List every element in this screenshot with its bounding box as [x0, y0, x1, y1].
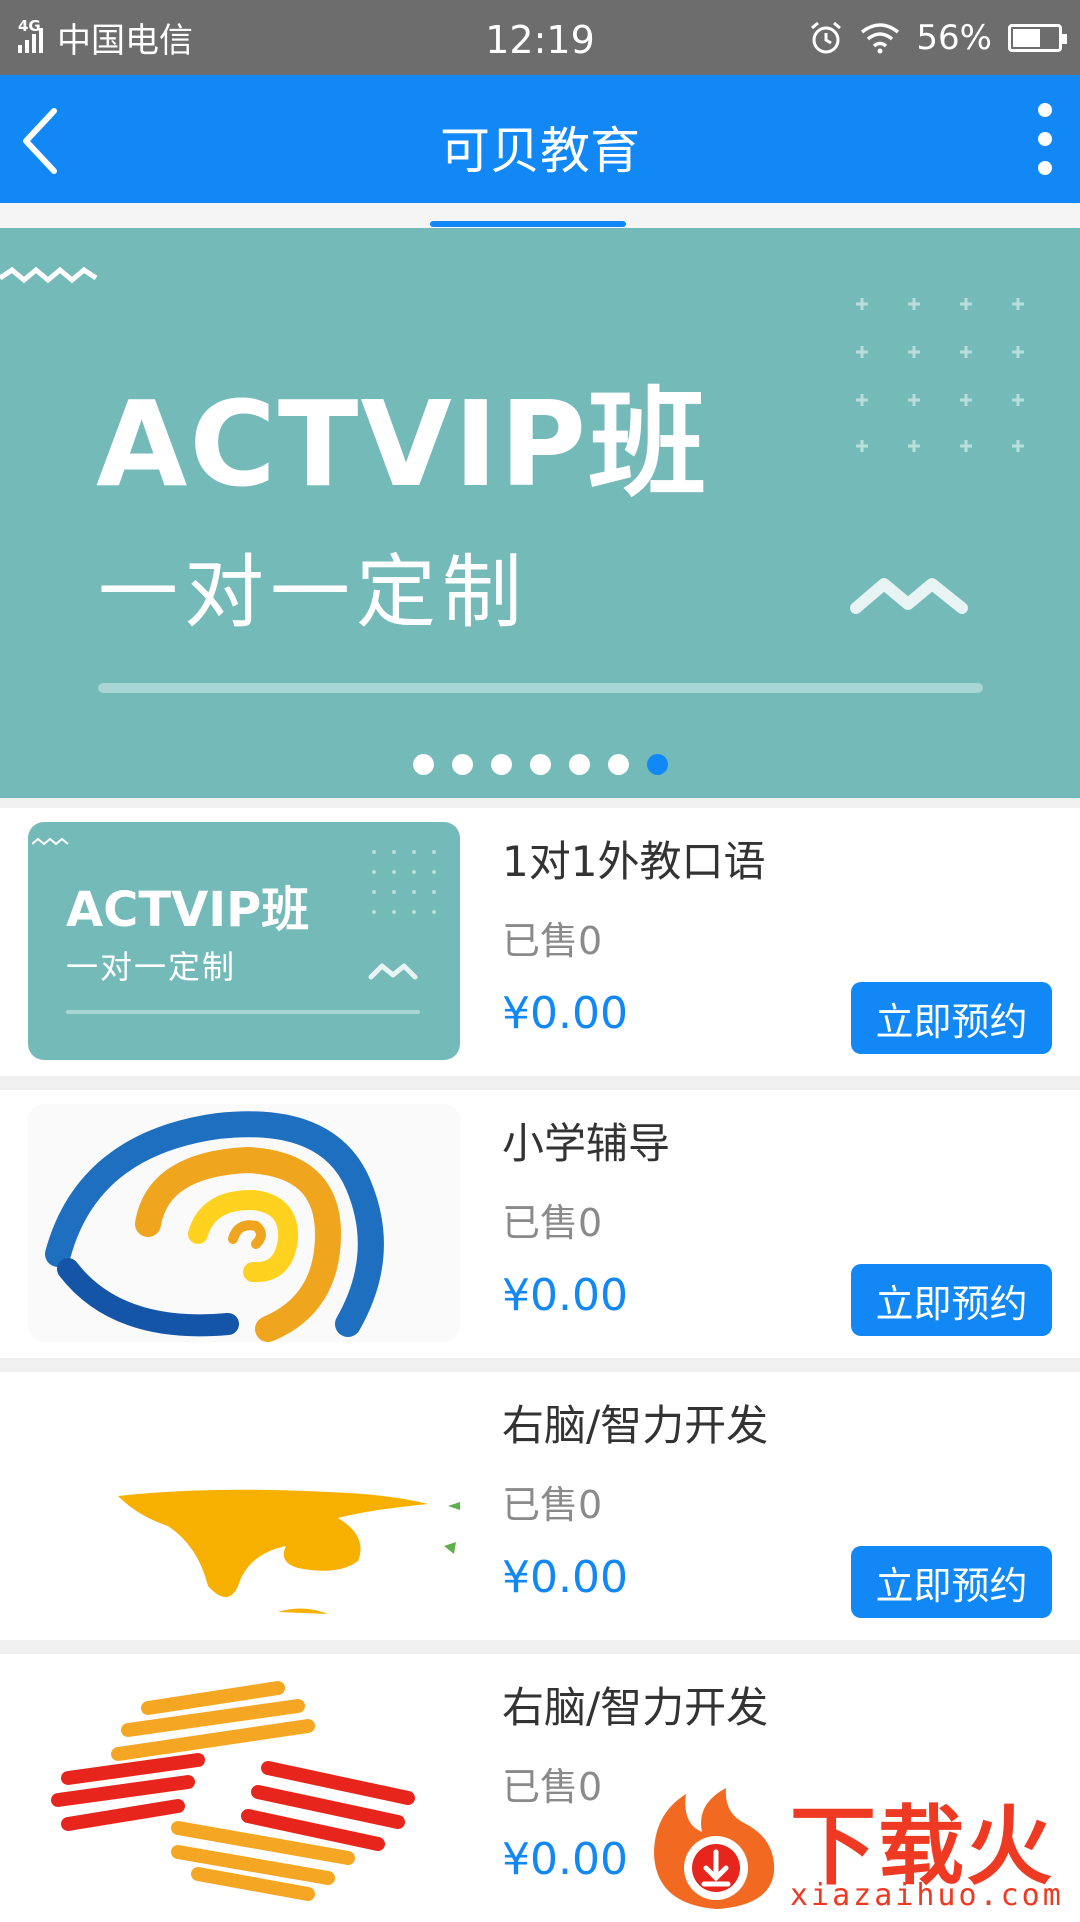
course-thumbnail [28, 1668, 460, 1906]
thumbnail-title: ACTVIP班 [66, 882, 310, 938]
carousel-dot[interactable] [412, 754, 434, 775]
course-thumbnail [28, 1386, 460, 1624]
book-now-button[interactable]: 立即预约 [851, 982, 1052, 1054]
carousel-dot[interactable] [568, 754, 590, 775]
wifi-icon [861, 22, 900, 53]
thumbnail-underline [66, 1010, 420, 1014]
book-now-button[interactable]: 立即预约 [851, 1546, 1052, 1618]
zigzag-decoration [32, 837, 69, 846]
course-card[interactable]: 小学辅导 已售0 ¥0.00 立即预约 [0, 1090, 1080, 1358]
plus-grid-decoration [856, 298, 1024, 452]
banner-underline [98, 683, 983, 693]
tab-strip [0, 203, 1080, 228]
book-now-button[interactable]: 立即预约 [851, 1264, 1052, 1336]
carousel-dot[interactable] [451, 754, 473, 775]
carousel-indicator [0, 754, 1080, 775]
course-price: ¥0.00 [502, 1834, 628, 1885]
swirl-logo [45, 1111, 384, 1342]
alarm-icon [811, 21, 842, 53]
battery-percent: 56% [916, 17, 992, 58]
course-price: ¥0.00 [502, 1270, 628, 1321]
woven-logo [51, 1681, 415, 1901]
banner-carousel[interactable]: ACTVIP班 一对一定制 [0, 228, 1080, 798]
banner-subtitle: 一对一定制 [98, 546, 528, 639]
course-sold-count: 已售0 [502, 1483, 603, 1527]
carousel-dot[interactable] [529, 754, 551, 775]
page-title: 可贝教育 [440, 122, 640, 180]
course-sold-count: 已售0 [502, 1201, 603, 1245]
dot-grid-decoration [372, 850, 436, 914]
course-thumbnail: ACTVIP班 一对一定制 [28, 822, 460, 1060]
course-name: 右脑/智力开发 [502, 1401, 769, 1450]
battery-icon [1008, 23, 1067, 52]
app-bar: 可贝教育 [0, 75, 1080, 203]
course-name: 右脑/智力开发 [502, 1683, 769, 1732]
wave-decoration [850, 578, 968, 614]
site-watermark: 下载火 xiazaihuo.com [640, 1770, 1080, 1920]
course-price: ¥0.00 [502, 1552, 628, 1603]
course-price: ¥0.00 [502, 988, 628, 1039]
banner-title: ACTVIP班 [96, 375, 709, 513]
carousel-dot-active[interactable] [646, 754, 668, 775]
course-name: 1对1外教口语 [502, 837, 766, 886]
course-sold-count: 已售0 [502, 1765, 603, 1809]
course-card[interactable]: ACTVIP班 一对一定制 1对1外教口语 已售0 ¥0.00 立即预约 [0, 808, 1080, 1076]
course-thumbnail [28, 1104, 460, 1342]
flame-logo-icon [654, 1788, 775, 1909]
more-options-icon[interactable] [1030, 103, 1060, 175]
status-bar: 4G 中国电信 12:19 56% [0, 0, 1080, 75]
wave-decoration [368, 963, 418, 980]
tab-indicator [430, 221, 626, 227]
course-name: 小学辅导 [502, 1119, 671, 1168]
thumbnail-subtitle: 一对一定制 [66, 948, 237, 986]
zigzag-decoration [0, 266, 98, 284]
carousel-dot[interactable] [490, 754, 512, 775]
course-sold-count: 已售0 [502, 919, 603, 963]
yellow-splash-logo [118, 1489, 460, 1614]
course-card[interactable]: 右脑/智力开发 已售0 ¥0.00 立即预约 [0, 1372, 1080, 1640]
watermark-url: xiazaihuo.com [790, 1878, 1064, 1913]
carousel-dot[interactable] [607, 754, 629, 775]
